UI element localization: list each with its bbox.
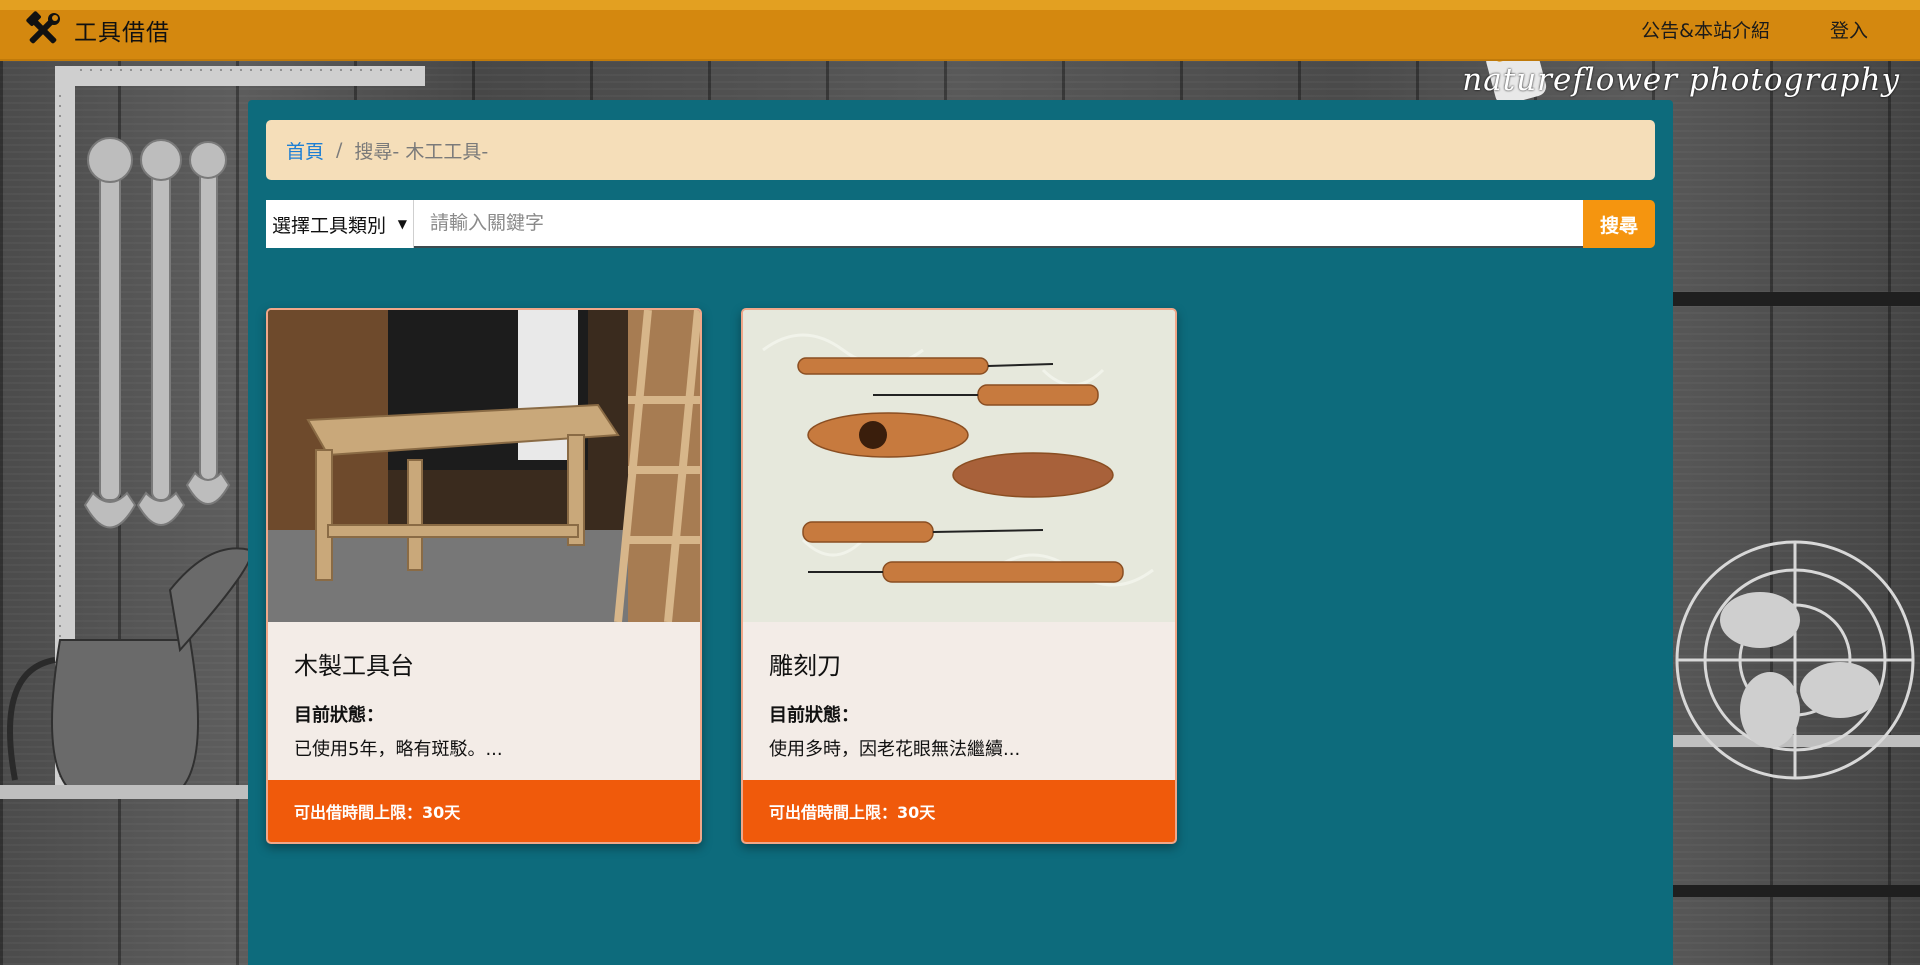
carving-tools-photo xyxy=(743,310,1175,622)
main-panel: 首頁 / 搜尋- 木工工具- 選擇工具類別 ▼ 搜尋 xyxy=(248,100,1673,965)
chevron-down-icon: ▼ xyxy=(397,217,407,231)
top-navbar: 工具借借 公告&本站介紹 登入 xyxy=(0,0,1920,61)
search-input[interactable] xyxy=(414,200,1583,248)
card-description: 使用多時，因老花眼無法繼續... xyxy=(769,739,1021,760)
card-body: 木製工具台 目前狀態： 已使用5年，略有斑駁。... xyxy=(268,622,700,782)
breadcrumb-home-link[interactable]: 首頁 xyxy=(286,137,324,164)
wooden-workbench-photo xyxy=(268,310,700,622)
breadcrumb-current: 搜尋- 木工工具- xyxy=(354,140,489,163)
breadcrumb-separator: / xyxy=(336,139,343,161)
category-select-label: 選擇工具類別 xyxy=(272,214,387,237)
brand-name: 工具借借 xyxy=(74,19,170,46)
hammer-wrench-icon xyxy=(24,10,62,49)
card-status-label: 目前狀態： xyxy=(769,705,859,726)
photo-watermark: natureflower photography xyxy=(1462,62,1900,98)
breadcrumb: 首頁 / 搜尋- 木工工具- xyxy=(266,120,1655,180)
nav-link-login[interactable]: 登入 xyxy=(1830,16,1868,43)
nav-link-announcements[interactable]: 公告&本站介紹 xyxy=(1641,16,1770,43)
tool-card[interactable]: 木製工具台 目前狀態： 已使用5年，略有斑駁。... 可出借時間上限：30天 xyxy=(266,308,702,844)
card-description: 已使用5年，略有斑駁。... xyxy=(294,739,503,760)
card-status-label: 目前狀態： xyxy=(294,705,384,726)
card-loan-limit: 可出借時間上限：30天 xyxy=(743,780,1175,842)
search-button[interactable]: 搜尋 xyxy=(1583,200,1655,248)
category-select[interactable]: 選擇工具類別 ▼ xyxy=(266,200,414,248)
tool-card[interactable]: 雕刻刀 目前狀態： 使用多時，因老花眼無法繼續... 可出借時間上限：30天 xyxy=(741,308,1177,844)
card-body: 雕刻刀 目前狀態： 使用多時，因老花眼無法繼續... xyxy=(743,622,1175,782)
nav-links: 公告&本站介紹 登入 xyxy=(1641,16,1920,43)
brand[interactable]: 工具借借 xyxy=(24,10,170,49)
search-bar: 選擇工具類別 ▼ 搜尋 xyxy=(266,200,1655,248)
card-loan-limit: 可出借時間上限：30天 xyxy=(268,780,700,842)
card-title: 雕刻刀 xyxy=(769,652,841,680)
card-title: 木製工具台 xyxy=(294,652,414,680)
